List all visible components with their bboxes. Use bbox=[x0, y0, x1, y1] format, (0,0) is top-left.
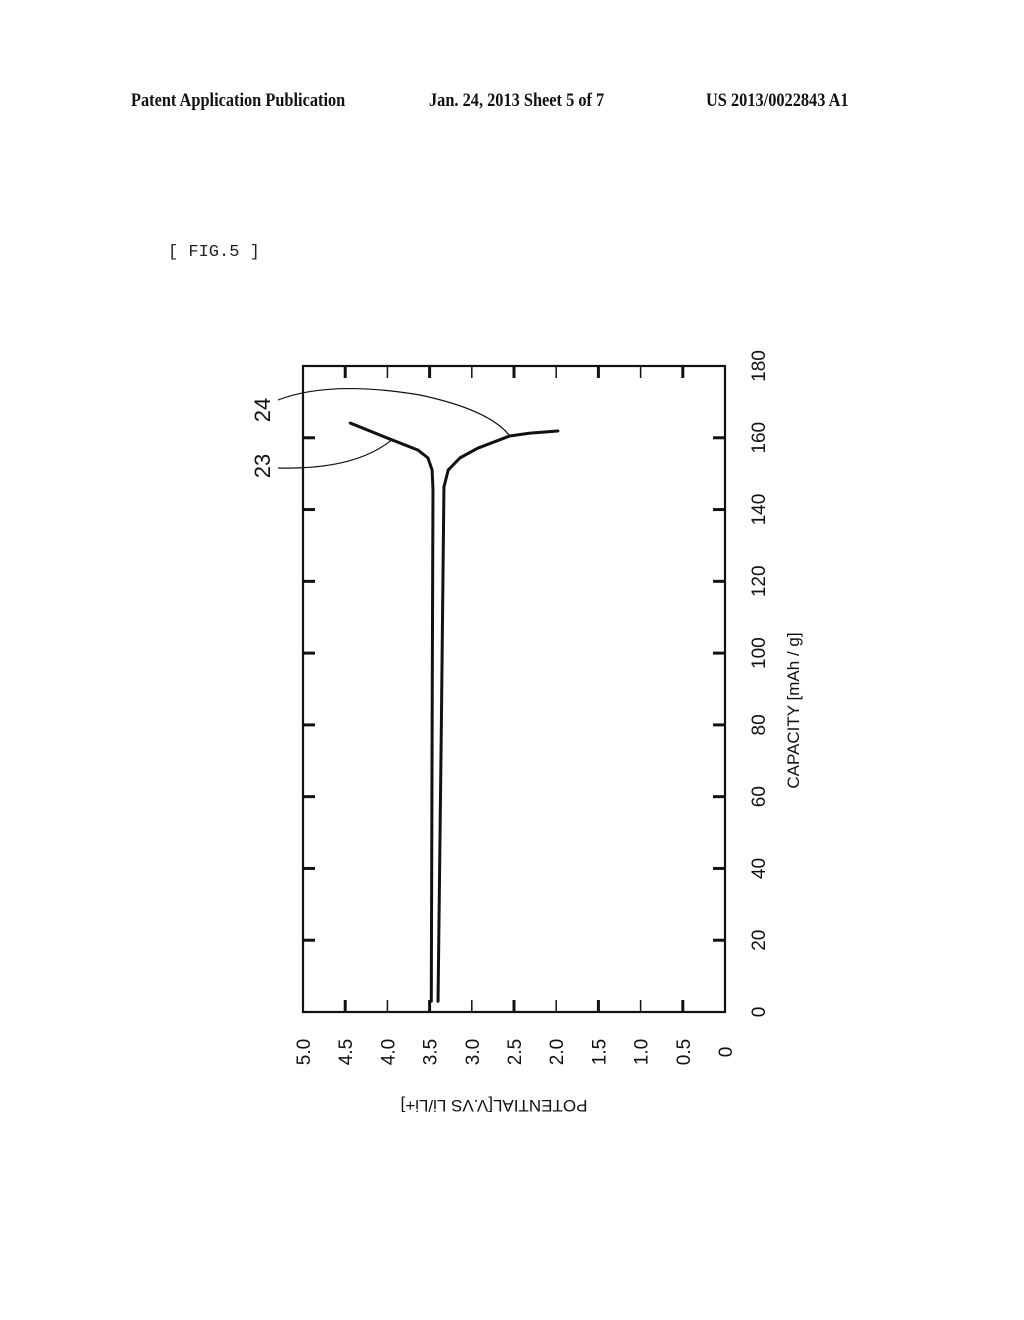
x-tick-label: 0.5 bbox=[674, 1039, 695, 1065]
y-tick-label: 20 bbox=[749, 930, 770, 951]
y-tick-label: 40 bbox=[749, 858, 770, 879]
x-tick-label: 2.0 bbox=[547, 1039, 568, 1065]
x-tick-label: 2.5 bbox=[505, 1039, 526, 1065]
series-line-23 bbox=[348, 421, 435, 1003]
y-axis-ticks: 0 20 40 60 80 100 120 140 160 180 bbox=[303, 350, 770, 1017]
series-line-24 bbox=[436, 429, 560, 1003]
reference-label-23: 23 bbox=[250, 454, 275, 478]
leader-line-24 bbox=[277, 388, 511, 437]
y-tick-label: 100 bbox=[749, 637, 770, 669]
y-tick-label: 80 bbox=[749, 714, 770, 735]
x-tick-label: 4.0 bbox=[378, 1039, 399, 1065]
y-axis-title: CAPACITY [mAh / g] bbox=[784, 632, 803, 788]
plot-frame bbox=[301, 364, 727, 1014]
y-tick-label: 0 bbox=[749, 1007, 770, 1018]
leader-line-23 bbox=[277, 439, 393, 469]
x-axis-title: POTENTIAL[V.VS Li/Li+] bbox=[401, 1096, 588, 1115]
x-tick-label: 1.0 bbox=[632, 1039, 653, 1065]
reference-label-24: 24 bbox=[250, 398, 275, 422]
y-tick-label: 160 bbox=[749, 422, 770, 454]
x-tick-label: 1.5 bbox=[589, 1039, 610, 1065]
x-axis-ticks: 5.0 4.5 4.0 3.5 3.0 2.5 2.0 1.5 1.0 0.5 0 bbox=[294, 366, 737, 1065]
y-tick-label: 140 bbox=[749, 494, 770, 526]
x-tick-label: 3.5 bbox=[421, 1039, 442, 1065]
x-tick-label: 4.5 bbox=[336, 1039, 357, 1065]
chart: 5.0 4.5 4.0 3.5 3.0 2.5 2.0 1.5 1.0 0.5 0 0 20 40 60 8… bbox=[250, 350, 803, 1115]
x-tick-label: 5.0 bbox=[294, 1039, 315, 1065]
series-group bbox=[348, 421, 560, 1003]
y-tick-label: 60 bbox=[749, 786, 770, 807]
x-tick-label: 3.0 bbox=[463, 1039, 484, 1065]
y-tick-label: 120 bbox=[749, 565, 770, 597]
annotation-group: 24 23 bbox=[250, 388, 511, 478]
y-tick-label: 180 bbox=[749, 350, 770, 382]
x-tick-label: 0 bbox=[716, 1047, 737, 1058]
